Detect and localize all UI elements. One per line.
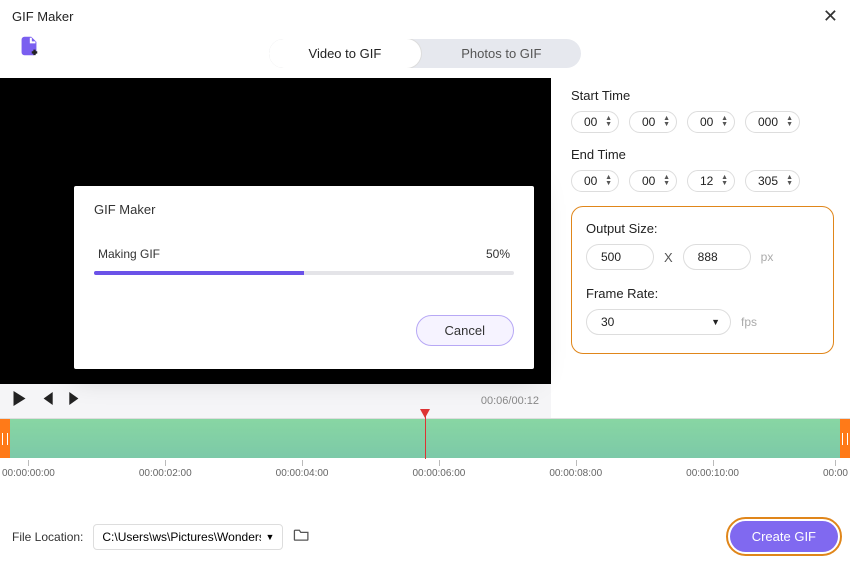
progress-percent: 50%	[486, 247, 510, 261]
playback-time: 00:06/00:12	[481, 395, 539, 407]
modal-title: GIF Maker	[94, 202, 514, 217]
ruler-tick: 00:00:06:00	[412, 468, 465, 479]
chevron-up-down-icon[interactable]: ▲▼	[605, 175, 612, 187]
tab-photos-to-gif[interactable]: Photos to GIF	[421, 39, 581, 68]
chevron-up-down-icon[interactable]: ▲▼	[663, 116, 670, 128]
progress-status: Making GIF	[98, 247, 160, 261]
time-ruler: 00:00:00:00 00:00:02:00 00:00:04:00 00:0…	[0, 460, 850, 493]
chevron-down-icon: ▼	[265, 532, 274, 542]
prev-frame-icon[interactable]	[41, 392, 54, 410]
next-frame-icon[interactable]	[68, 392, 81, 410]
playhead[interactable]	[425, 411, 426, 459]
end-seconds-stepper[interactable]: 12▲▼	[687, 170, 735, 192]
chevron-up-down-icon[interactable]: ▲▼	[721, 175, 728, 187]
window-title: GIF Maker	[12, 9, 73, 24]
chevron-down-icon: ▼	[711, 317, 720, 327]
output-size-label: Output Size:	[586, 221, 819, 236]
trim-handle-right[interactable]	[840, 419, 850, 458]
progress-modal: GIF Maker Making GIF 50% Cancel	[74, 186, 534, 369]
trim-handle-left[interactable]	[0, 419, 10, 458]
file-location-select[interactable]: C:\Users\ws\Pictures\Wonders ▼	[93, 524, 283, 550]
ruler-tick: 00:00:10:00	[686, 468, 739, 479]
cancel-button[interactable]: Cancel	[416, 315, 514, 346]
end-ms-stepper[interactable]: 305▲▼	[745, 170, 800, 192]
end-time-label: End Time	[571, 147, 834, 162]
play-icon[interactable]	[12, 391, 27, 411]
close-icon[interactable]: ✕	[823, 6, 838, 27]
progress-fill	[94, 271, 304, 275]
output-settings-group: Output Size: 500 X 888 px Frame Rate: 30…	[571, 206, 834, 354]
chevron-up-down-icon[interactable]: ▲▼	[663, 175, 670, 187]
chevron-up-down-icon[interactable]: ▲▼	[786, 175, 793, 187]
end-hours-stepper[interactable]: 00▲▼	[571, 170, 619, 192]
tab-group: Video to GIF Photos to GIF	[269, 39, 582, 68]
ruler-tick: 00:00:08:00	[549, 468, 602, 479]
ruler-tick: 00:00:04:00	[276, 468, 329, 479]
file-location-label: File Location:	[12, 530, 83, 544]
px-unit: px	[761, 250, 774, 264]
ruler-tick: 00:00:00:00	[2, 468, 55, 479]
start-seconds-stepper[interactable]: 00▲▼	[687, 111, 735, 133]
fps-unit: fps	[741, 315, 757, 329]
chevron-up-down-icon[interactable]: ▲▼	[786, 116, 793, 128]
output-height-input[interactable]: 888	[683, 244, 751, 270]
ruler-tick: 00:00:02:00	[139, 468, 192, 479]
tab-video-to-gif[interactable]: Video to GIF	[269, 39, 422, 68]
timeline-track[interactable]	[0, 418, 850, 458]
start-ms-stepper[interactable]: 000▲▼	[745, 111, 800, 133]
end-minutes-stepper[interactable]: 00▲▼	[629, 170, 677, 192]
video-controls: 00:06/00:12	[0, 384, 551, 418]
chevron-up-down-icon[interactable]: ▲▼	[721, 116, 728, 128]
progress-bar	[94, 271, 514, 275]
ruler-tick: 00:00	[823, 468, 848, 479]
start-hours-stepper[interactable]: 00▲▼	[571, 111, 619, 133]
add-file-icon[interactable]	[18, 35, 40, 62]
folder-icon[interactable]	[293, 527, 310, 547]
chevron-up-down-icon[interactable]: ▲▼	[605, 116, 612, 128]
start-minutes-stepper[interactable]: 00▲▼	[629, 111, 677, 133]
frame-rate-select[interactable]: 30 ▼	[586, 309, 731, 335]
create-gif-button[interactable]: Create GIF	[730, 521, 838, 552]
output-width-input[interactable]: 500	[586, 244, 654, 270]
frame-rate-label: Frame Rate:	[586, 286, 819, 301]
start-time-label: Start Time	[571, 88, 834, 103]
dimension-separator: X	[664, 250, 673, 265]
